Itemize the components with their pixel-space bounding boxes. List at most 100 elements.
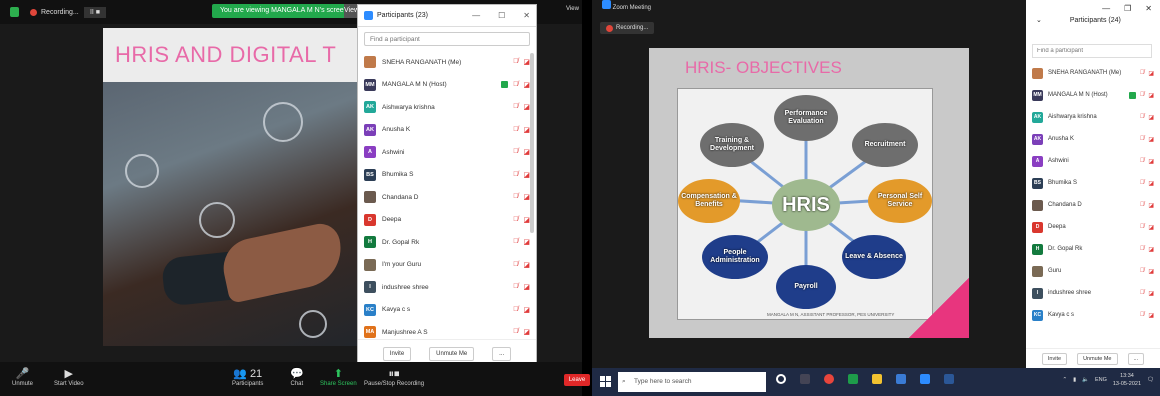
taskbar-search-box[interactable]: ⌕ Type here to search [618,372,766,392]
avatar [1032,265,1043,277]
participant-row[interactable]: Guru 🎙̸ ◪ [1026,260,1160,282]
participant-row[interactable]: SNEHA RANGANATH (Me) 🎙̸ ◪ [1026,62,1160,84]
recording-indicator[interactable]: Recording... [30,6,79,18]
participant-row[interactable]: KC Kavya c s 🎙̸ ◪ [1026,304,1160,326]
participant-search-input[interactable] [364,32,530,46]
people-circle-icon [263,102,303,142]
maximize-icon[interactable]: ☐ [498,11,505,20]
chrome-icon[interactable] [824,374,834,384]
participant-row[interactable]: Chandana D 🎙̸ ◪ [1026,194,1160,216]
participant-row[interactable]: Chandana D 🎙̸ ◪ [358,186,536,209]
participant-status-icons: 🎙̸ ◪ [1140,114,1154,121]
cortana-icon[interactable] [776,374,786,384]
record-dot-icon [606,24,613,32]
start-video-button[interactable]: ▶ Start Video [54,368,84,387]
participant-row[interactable]: I'm your Guru 🎙̸ ◪ [358,254,536,277]
participant-row[interactable]: AK Anusha K 🎙̸ ◪ [358,119,536,142]
participant-search-input[interactable] [1032,44,1152,58]
shield-icon[interactable] [10,7,19,17]
close-icon[interactable]: ✕ [523,11,530,20]
battery-icon[interactable]: ▮ [1073,377,1076,383]
video-off-icon: ◪ [523,306,530,314]
participant-row[interactable]: D Deepa 🎙̸ ◪ [1026,216,1160,238]
more-button[interactable]: ... [492,346,512,361]
leave-button[interactable]: Leave [564,374,590,386]
participant-row[interactable]: A Ashwini 🎙̸ ◪ [1026,150,1160,172]
avatar: H [1032,243,1043,255]
view-button[interactable]: View [566,6,579,12]
unmute-me-button[interactable]: Unmute Me [1077,352,1118,365]
microphone-muted-icon: 🎙̸ [513,260,519,268]
participants-label: Participants [232,381,264,387]
unmute-me-button[interactable]: Unmute Me [429,346,475,361]
participant-status-icons: 🎙̸ ◪ [513,261,530,269]
participant-row[interactable]: MM MANGALA M N (Host) 🎙̸ ◪ [358,74,536,97]
participant-row[interactable]: AK Anusha K 🎙̸ ◪ [1026,128,1160,150]
shared-slide: HRIS AND DIGITAL T [103,28,361,346]
clock[interactable]: 13:34 13-05-2021 [1113,372,1141,388]
avatar: AK [1032,111,1043,123]
task-view-icon[interactable] [800,374,810,384]
microphone-muted-icon: 🎙̸ [513,148,519,156]
participants-button[interactable]: 👥 21 Participants [232,368,263,387]
participant-status-icons: 🎙̸ ◪ [1140,312,1154,319]
chevron-down-icon[interactable]: ⌄ [1036,16,1042,24]
participant-name: Anusha K [382,126,411,134]
close-icon[interactable]: ✕ [1145,4,1152,13]
restore-icon[interactable]: ❐ [1124,4,1131,13]
unmute-button[interactable]: 🎤 Unmute [12,368,33,387]
avatar [364,258,376,271]
tray-arrow-icon[interactable]: ⌃ [1062,377,1067,383]
window-title-bar: Zoom Meeting [592,0,1022,14]
chat-button[interactable]: 💬 Chat [290,368,304,387]
participant-name: Manjushree A S [382,328,428,336]
file-explorer-icon[interactable] [872,374,882,384]
participant-row[interactable]: A Ashwini 🎙̸ ◪ [358,141,536,164]
more-button[interactable]: ... [1127,352,1145,365]
participant-row[interactable]: Iindushree shree 🎙̸ ◪ [1026,282,1160,304]
participant-row[interactable]: D Deepa 🎙̸ ◪ [358,209,536,232]
participant-status-icons: 🎙̸ ◪ [513,58,530,66]
avatar: A [1032,155,1043,167]
window-controls: — ❐ ✕ [1102,4,1152,13]
share-screen-button[interactable]: ⬆ Share Screen [320,368,357,387]
recording-indicator[interactable]: Recording... [600,22,655,34]
excel-icon[interactable] [848,374,858,384]
invite-button[interactable]: Invite [382,346,412,361]
windows-start-icon[interactable] [600,376,611,387]
microphone-muted-icon: 🎙̸ [1139,311,1145,318]
participant-row[interactable]: SNEHA RANGANATH (Me) 🎙̸ ◪ [358,51,536,74]
participant-row[interactable]: H Dr. Gopal Rk 🎙̸ ◪ [358,231,536,254]
participant-row[interactable]: BS Bhumika S 🎙̸ ◪ [358,164,536,187]
participant-row[interactable]: Iindushree shree 🎙̸ ◪ [358,276,536,299]
participant-row[interactable]: KC Kavya c s 🎙̸ ◪ [358,299,536,322]
notifications-icon[interactable]: 🗨 [1147,377,1154,383]
scrollbar[interactable] [530,53,534,233]
participant-name: Chandana D [382,193,419,201]
word-icon[interactable] [944,374,954,384]
start-video-label: Start Video [54,381,84,387]
participant-row[interactable]: AK Aishwarya krishna 🎙̸ ◪ [358,96,536,119]
microphone-muted-icon: 🎙̸ [513,328,519,336]
search-circle-icon [199,202,235,238]
participant-status-icons: 🎙̸ ◪ [513,148,530,156]
minimize-icon[interactable]: — [1102,4,1110,13]
volume-icon[interactable]: 🔈 [1082,377,1089,383]
participant-row[interactable]: BS Bhumika S 🎙̸ ◪ [1026,172,1160,194]
participant-row[interactable]: MM MANGALA M N (Host) 🎙̸ ◪ [1026,84,1160,106]
view-options-button[interactable]: View [344,4,359,18]
zoom-taskbar-icon[interactable] [920,374,930,384]
participant-row[interactable]: H Dr. Gopal Rk 🎙̸ ◪ [1026,238,1160,260]
participant-row[interactable]: AK Aishwarya krishna 🎙̸ ◪ [1026,106,1160,128]
invite-button[interactable]: Invite [1041,352,1068,365]
store-icon[interactable] [896,374,906,384]
language-indicator[interactable]: ENG [1095,377,1107,383]
video-off-icon: ◪ [523,59,530,67]
avatar: AK [364,123,376,136]
video-off-icon: ◪ [1148,312,1154,319]
right-zoom-window: Zoom Meeting Recording... HRIS- OBJECTIV… [592,0,1160,396]
minimize-icon[interactable]: — [472,11,480,20]
recording-controls[interactable]: II ■ [84,7,106,18]
participant-name: indushree shree [1048,290,1092,296]
pause-recording-button[interactable]: ⏸⏹ Pause/Stop Recording [364,368,424,387]
